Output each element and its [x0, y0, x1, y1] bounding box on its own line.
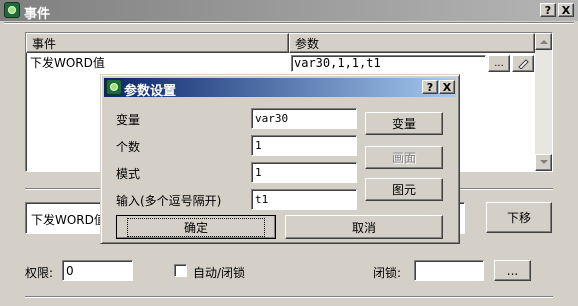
scroll-down-button[interactable]: [535, 154, 552, 171]
window-title-bar: 事件 ? X: [0, 0, 578, 22]
help-icon: ?: [544, 3, 552, 17]
dialog-title-bar: 参数设置 ? X: [104, 78, 456, 99]
parameter-dialog: 参数设置 ? X 变量 var30 变量 个数 1 画面 模式 1 图元 输入(…: [100, 74, 460, 244]
param-edit-button[interactable]: [512, 55, 534, 72]
auto-lock-label: 自动/闭锁: [193, 266, 246, 280]
column-header-event[interactable]: 事件: [26, 33, 289, 53]
pencil-icon: [518, 58, 529, 69]
dialog-close-button[interactable]: X: [439, 80, 455, 94]
variable-button[interactable]: 变量: [365, 112, 443, 135]
move-down-button[interactable]: 下移: [486, 202, 552, 233]
app-icon: [106, 79, 122, 95]
column-header-param[interactable]: 参数: [289, 33, 535, 53]
arrow-down-icon: [539, 160, 548, 164]
close-button[interactable]: X: [558, 3, 574, 17]
mode-input[interactable]: 1: [251, 162, 357, 183]
permission-label: 权限:: [25, 266, 54, 280]
input-label: 输入(多个逗号隔开): [116, 194, 222, 208]
lock-input[interactable]: [414, 260, 484, 281]
arrow-up-icon: [539, 40, 548, 44]
input-field[interactable]: t1: [251, 189, 357, 210]
element-button[interactable]: 图元: [365, 178, 443, 201]
count-label: 个数: [116, 140, 141, 154]
lock-label: 闭锁:: [373, 266, 402, 280]
param-browse-button[interactable]: ...: [488, 55, 510, 72]
close-icon: X: [561, 3, 571, 17]
auto-lock-checkbox[interactable]: [174, 264, 187, 277]
permission-input[interactable]: 0: [62, 260, 133, 281]
dialog-title: 参数设置: [124, 84, 177, 99]
variable-input[interactable]: var30: [251, 108, 357, 129]
param-cell-input[interactable]: var30,1,1,t1: [291, 55, 486, 72]
lock-browse-button[interactable]: ...: [494, 260, 531, 281]
divider: [25, 296, 553, 298]
help-icon: ?: [426, 80, 434, 94]
variable-label: 变量: [116, 113, 141, 127]
event-cell[interactable]: 下发WORD值: [30, 55, 105, 71]
divider: [4, 22, 574, 24]
scroll-up-button[interactable]: [535, 33, 552, 50]
window-title: 事件: [24, 7, 51, 22]
help-button[interactable]: ?: [540, 3, 556, 17]
close-icon: X: [442, 80, 452, 94]
screen-button[interactable]: 画面: [365, 146, 443, 169]
count-input[interactable]: 1: [251, 135, 357, 156]
ok-button[interactable]: 确定: [116, 215, 276, 239]
cancel-button[interactable]: 取消: [285, 215, 443, 239]
scrollbar-vertical[interactable]: [535, 33, 552, 171]
mode-label: 模式: [116, 167, 141, 181]
app-icon: [4, 2, 20, 18]
dialog-help-button[interactable]: ?: [422, 80, 438, 94]
